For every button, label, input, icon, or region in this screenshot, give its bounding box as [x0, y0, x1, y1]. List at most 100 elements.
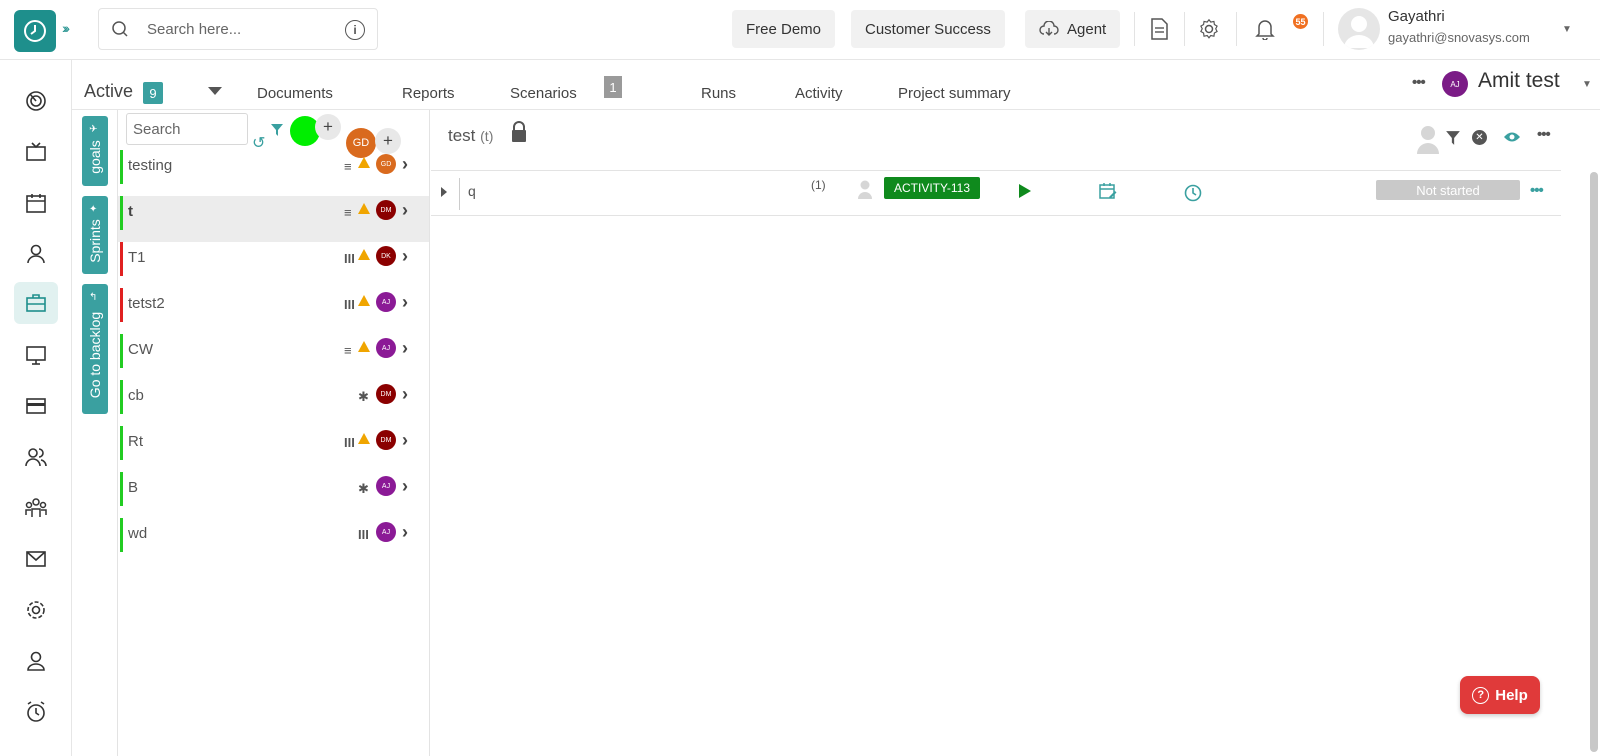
more-options-icon[interactable]: ••• [1537, 126, 1551, 143]
list-item[interactable]: T1 III DK › [118, 242, 429, 288]
tab-reports[interactable]: Reports [402, 85, 455, 102]
nav-team-icon[interactable] [14, 487, 58, 529]
add-goal-button[interactable]: + [315, 114, 341, 140]
table-row[interactable]: q (1) ACTIVITY-113 Not started ••• [431, 172, 1561, 216]
free-demo-label: Free Demo [746, 20, 822, 38]
user-avatar[interactable] [1338, 8, 1380, 50]
notification-bell-icon[interactable] [1252, 16, 1278, 42]
list-item-name: B [128, 479, 139, 496]
nav-dashboard-icon[interactable] [14, 80, 58, 122]
goals-vertical-tab[interactable]: ✈ goals [82, 116, 108, 186]
eye-icon[interactable] [1503, 131, 1521, 143]
nav-tv-icon[interactable] [14, 131, 58, 173]
list-item[interactable]: t ≡ DM › [118, 196, 429, 242]
chevron-right-icon[interactable]: › [402, 338, 408, 359]
work-item-name[interactable]: q [468, 183, 476, 199]
warning-icon [358, 157, 370, 168]
goals-search-input[interactable] [126, 113, 248, 145]
search-icon [112, 21, 128, 37]
list-item[interactable]: wd III AJ › [118, 518, 429, 564]
settings-gear-icon[interactable] [1196, 16, 1222, 42]
vertical-scrollbar[interactable] [1590, 172, 1598, 752]
clock-icon[interactable] [1184, 184, 1202, 202]
tab-documents[interactable]: Documents [257, 85, 333, 102]
active-filter-label[interactable]: Active [84, 81, 133, 102]
start-play-icon[interactable] [1019, 184, 1031, 198]
list-item[interactable]: testing ≡ GD › [118, 150, 429, 196]
list-item-name: cb [128, 387, 144, 404]
priority-icon: ✱ [358, 481, 369, 496]
global-search-input[interactable] [147, 20, 337, 38]
clear-filter-icon[interactable]: ✕ [1472, 130, 1487, 145]
assignee-avatar: DM [376, 430, 396, 450]
free-demo-button[interactable]: Free Demo [732, 10, 836, 48]
assignee-placeholder-icon[interactable] [1416, 124, 1440, 154]
list-item[interactable]: cb ✱ DM › [118, 380, 429, 426]
priority-icon: ✱ [358, 389, 369, 404]
more-options-icon[interactable]: ••• [1412, 74, 1426, 91]
filter-icon[interactable] [1445, 130, 1461, 146]
warning-icon [358, 249, 370, 260]
nav-monitor-icon[interactable] [14, 334, 58, 376]
lock-icon[interactable] [510, 121, 528, 143]
nav-calendar-icon[interactable] [14, 182, 58, 224]
work-item-id-tag[interactable]: ACTIVITY-113 [884, 177, 981, 199]
chevron-right-icon[interactable]: › [402, 476, 408, 497]
nav-projects-briefcase-icon[interactable] [14, 282, 58, 324]
tab-scenarios[interactable]: Scenarios [510, 85, 577, 102]
help-label: Help [1495, 686, 1528, 704]
chevron-right-icon[interactable]: › [402, 430, 408, 451]
list-item[interactable]: Rt III DM › [118, 426, 429, 472]
list-item-name: t [128, 203, 133, 220]
global-search: i [98, 8, 378, 50]
go-to-backlog-vertical-tab[interactable]: ↰ Go to backlog [82, 284, 108, 414]
expand-sidebar-icon[interactable]: ››› [62, 20, 70, 36]
chevron-right-icon[interactable]: › [402, 522, 408, 543]
expand-row-caret-icon[interactable] [441, 187, 447, 197]
chevron-right-icon[interactable]: › [402, 384, 408, 405]
nav-mail-icon[interactable] [14, 538, 58, 580]
assignee-avatar: DM [376, 200, 396, 220]
nav-user-icon[interactable] [14, 233, 58, 275]
nav-settings-icon[interactable] [14, 589, 58, 631]
list-item[interactable]: CW ≡ AJ › [118, 334, 429, 380]
agent-button[interactable]: Agent [1025, 10, 1121, 48]
nav-card-icon[interactable] [14, 385, 58, 427]
list-item[interactable]: tetst2 III AJ › [118, 288, 429, 334]
filter-icon[interactable] [270, 123, 284, 137]
help-button[interactable]: ? Help [1460, 676, 1540, 714]
tab-runs[interactable]: Runs [701, 85, 736, 102]
scenarios-count-badge: 1 [604, 76, 622, 98]
user-name: Gayathri [1388, 8, 1445, 25]
tab-project-summary[interactable]: Project summary [898, 85, 1011, 102]
nav-profile-icon[interactable] [14, 640, 58, 682]
project-subheader: Active 9 Documents Reports Scenarios 1 R… [72, 60, 1600, 110]
chevron-right-icon[interactable]: › [402, 292, 408, 313]
goals-label: goals [87, 140, 103, 174]
nav-users-icon[interactable] [14, 436, 58, 478]
info-icon[interactable]: i [345, 20, 365, 40]
chevron-right-icon[interactable]: › [402, 246, 408, 267]
priority-icon: ≡ [344, 343, 352, 358]
agent-label: Agent [1067, 20, 1107, 38]
project-dropdown-caret-icon[interactable]: ▼ [1582, 79, 1592, 90]
tab-activity[interactable]: Activity [795, 85, 843, 102]
calendar-edit-icon[interactable] [1099, 182, 1117, 200]
status-badge[interactable]: Not started [1376, 180, 1520, 200]
customer-success-button[interactable]: Customer Success [851, 10, 1005, 48]
row-more-options-icon[interactable]: ••• [1530, 182, 1544, 199]
nav-alarm-icon[interactable] [14, 691, 58, 733]
list-item[interactable]: B ✱ AJ › [118, 472, 429, 518]
active-count-badge: 9 [143, 82, 163, 104]
user-menu-caret-icon[interactable]: ▼ [1562, 24, 1572, 35]
chevron-right-icon[interactable]: › [402, 154, 408, 175]
assignee-avatar: DM [376, 384, 396, 404]
sprints-vertical-tab[interactable]: ✦ Sprints [82, 196, 108, 274]
project-name[interactable]: Amit test [1478, 69, 1560, 93]
active-dropdown-caret-icon[interactable] [208, 87, 222, 95]
assignee-placeholder-icon[interactable] [857, 179, 873, 199]
document-icon[interactable] [1146, 16, 1172, 42]
app-logo[interactable] [14, 10, 56, 52]
chevron-right-icon[interactable]: › [402, 200, 408, 221]
priority-icon: III [344, 435, 355, 450]
